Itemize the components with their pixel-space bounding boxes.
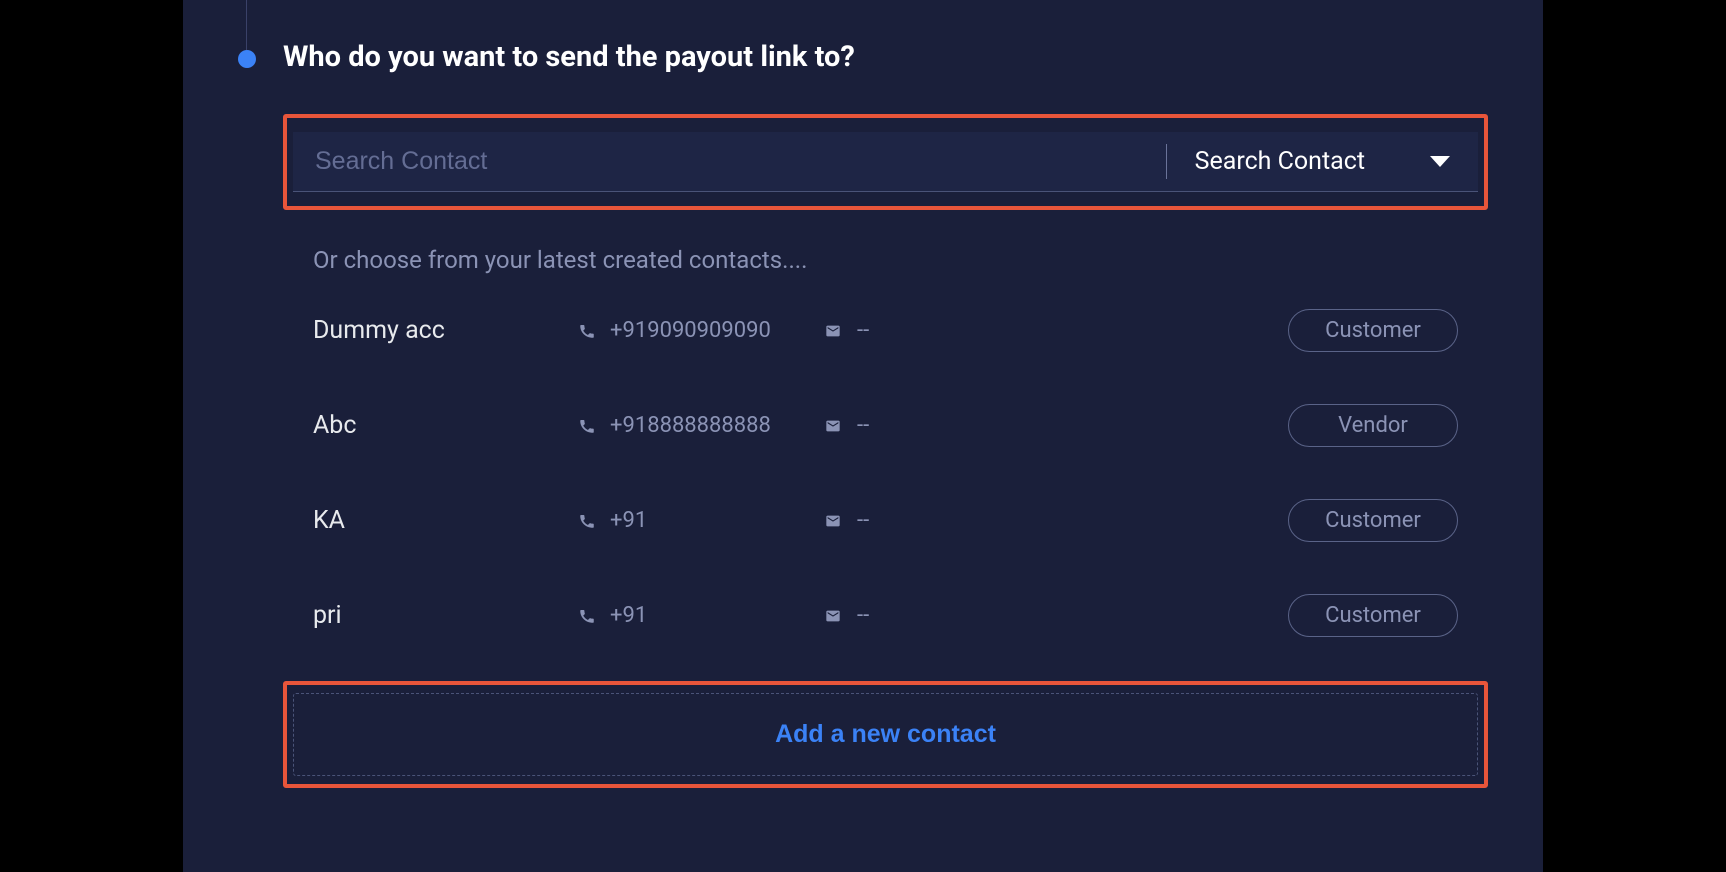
- phone-icon: [578, 512, 596, 530]
- step-marker: [238, 50, 256, 68]
- contact-list: Dummy acc +919090909090 -- Customer Abc: [283, 309, 1488, 665]
- email-icon: [823, 608, 843, 624]
- contact-phone-text: +918888888888: [610, 413, 771, 438]
- contact-email-text: --: [857, 413, 869, 438]
- contact-name: pri: [313, 601, 578, 630]
- contact-row[interactable]: Abc +918888888888 -- Vendor: [313, 404, 1458, 447]
- contact-phone: +918888888888: [578, 413, 823, 438]
- phone-icon: [578, 417, 596, 435]
- step-content: Search Contact Or choose from your lates…: [283, 114, 1488, 788]
- step-progress-line: [246, 0, 247, 50]
- recent-contacts-label: Or choose from your latest created conta…: [283, 228, 1488, 309]
- contact-phone: +919090909090: [578, 318, 823, 343]
- contact-phone-text: +91: [610, 508, 647, 533]
- contact-type-badge: Customer: [1288, 499, 1458, 542]
- phone-icon: [578, 322, 596, 340]
- contact-phone-text: +91: [610, 603, 647, 628]
- contact-email-text: --: [857, 603, 869, 628]
- search-type-dropdown[interactable]: Search Contact: [1167, 132, 1478, 191]
- email-icon: [823, 323, 843, 339]
- step-heading: Who do you want to send the payout link …: [283, 40, 1488, 74]
- add-contact-highlight-frame: Add a new contact: [283, 681, 1488, 788]
- search-type-label: Search Contact: [1195, 147, 1365, 176]
- contact-email: --: [823, 318, 1288, 343]
- contact-email: --: [823, 413, 1288, 438]
- contact-phone: +91: [578, 603, 823, 628]
- main-panel: Who do you want to send the payout link …: [183, 0, 1543, 872]
- contact-email: --: [823, 603, 1288, 628]
- contact-name: Abc: [313, 411, 578, 440]
- chevron-down-icon: [1430, 156, 1450, 167]
- contact-name: KA: [313, 506, 578, 535]
- contact-email-text: --: [857, 318, 869, 343]
- contact-row[interactable]: pri +91 -- Customer: [313, 594, 1458, 637]
- search-row: Search Contact: [293, 132, 1478, 192]
- contact-type-badge: Vendor: [1288, 404, 1458, 447]
- phone-icon: [578, 607, 596, 625]
- contact-email-text: --: [857, 508, 869, 533]
- contact-type-badge: Customer: [1288, 594, 1458, 637]
- contact-phone: +91: [578, 508, 823, 533]
- contact-type-badge: Customer: [1288, 309, 1458, 352]
- page-wrapper: Who do you want to send the payout link …: [0, 0, 1726, 872]
- step-container: Who do you want to send the payout link …: [238, 40, 1488, 788]
- contact-phone-text: +919090909090: [610, 318, 771, 343]
- email-icon: [823, 418, 843, 434]
- contact-row[interactable]: KA +91 -- Customer: [313, 499, 1458, 542]
- email-icon: [823, 513, 843, 529]
- add-new-contact-button[interactable]: Add a new contact: [293, 693, 1478, 776]
- contact-row[interactable]: Dummy acc +919090909090 -- Customer: [313, 309, 1458, 352]
- search-highlight-frame: Search Contact: [283, 114, 1488, 210]
- contact-email: --: [823, 508, 1288, 533]
- contact-name: Dummy acc: [313, 316, 578, 345]
- contact-search-input[interactable]: [293, 132, 1166, 191]
